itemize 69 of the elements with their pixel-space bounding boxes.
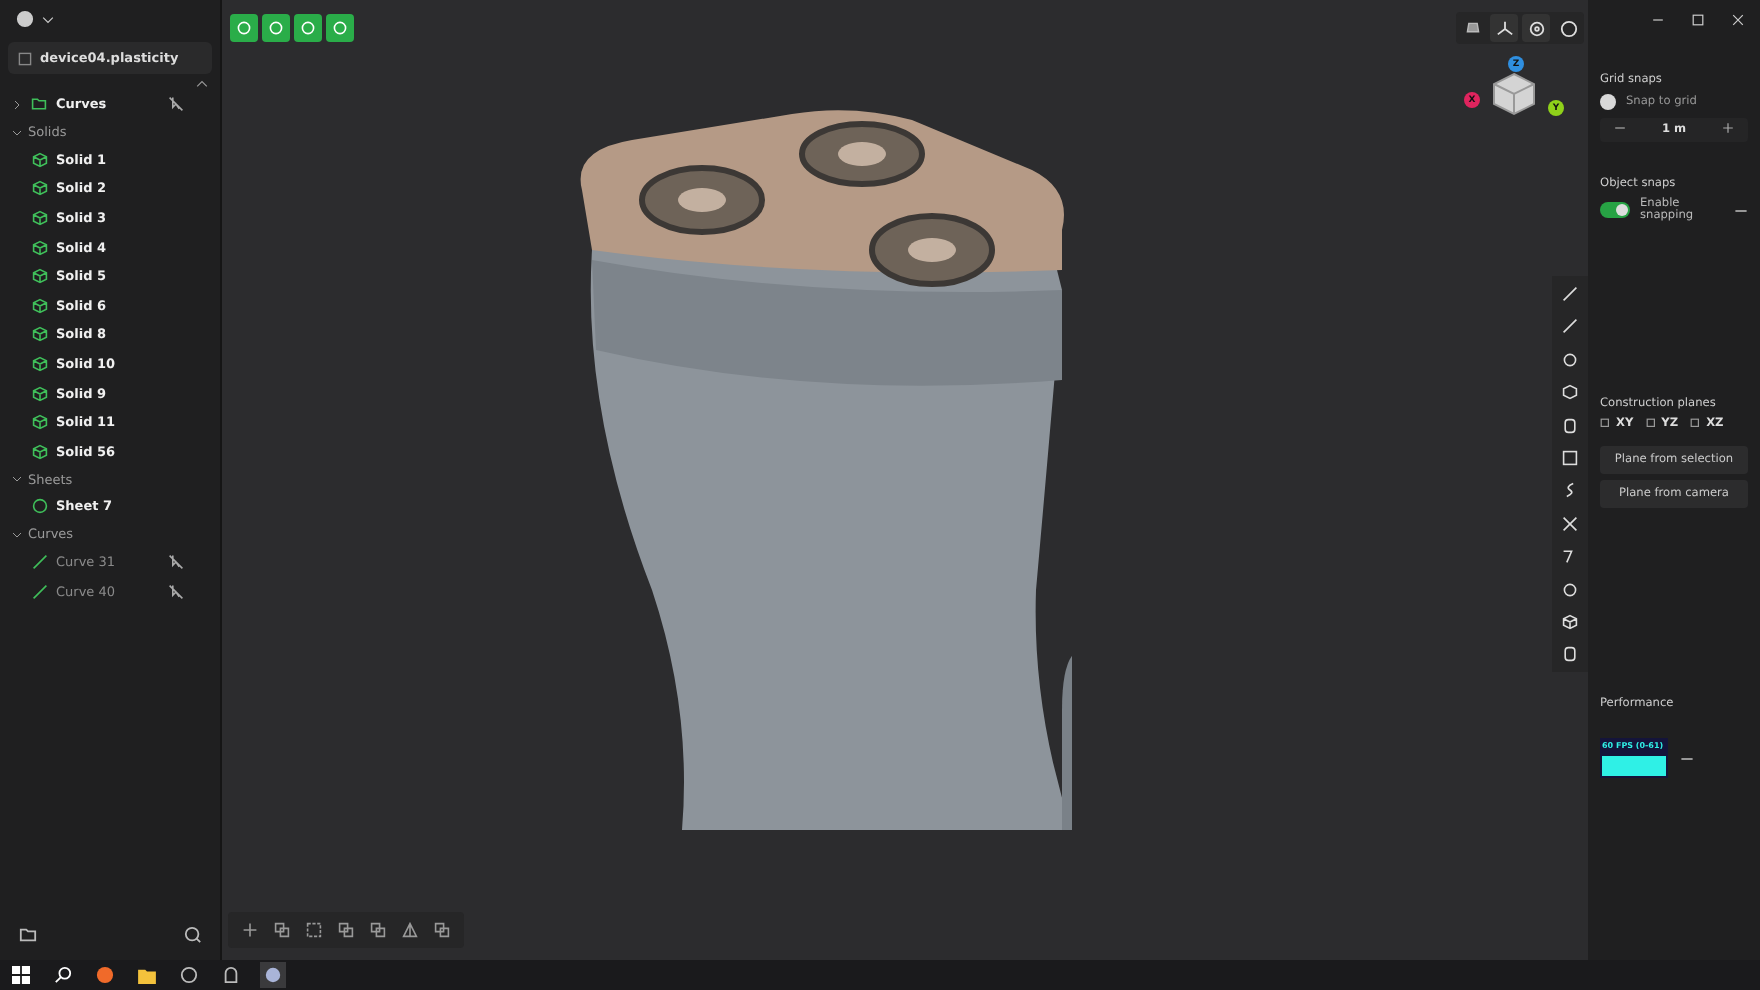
cube-icon [32, 443, 48, 460]
cut-icon [370, 922, 386, 938]
box-icon [1463, 21, 1481, 35]
chevron-down-icon [12, 127, 22, 138]
toolbar-button[interactable] [230, 14, 258, 42]
scissors-icon [1562, 515, 1578, 532]
chevron-right-icon [12, 99, 22, 110]
cube-icon [32, 356, 48, 373]
square-icon [1562, 449, 1578, 466]
axes-icon [1495, 19, 1513, 37]
cube-icon [32, 180, 48, 197]
circle-icon [1562, 351, 1578, 368]
view-button[interactable] [1490, 14, 1518, 42]
minimize-icon[interactable] [1652, 14, 1664, 26]
circle-icon [236, 20, 252, 36]
chevron-down-icon [42, 13, 54, 25]
cube-icon [1562, 613, 1578, 630]
cube-icon [32, 414, 48, 431]
view-cube-icon[interactable] [1492, 72, 1536, 116]
sphere-icon [1559, 19, 1577, 37]
cube-icon [32, 385, 48, 402]
copy-icon [434, 922, 450, 938]
magnifier-icon [54, 966, 72, 984]
line-icon [32, 554, 48, 571]
move-icon [242, 922, 258, 938]
scale-icon [306, 922, 322, 938]
chevron-down-icon [12, 529, 22, 540]
file-icon [18, 51, 32, 65]
orbit-icon [1527, 19, 1545, 37]
cylinder-icon [1562, 417, 1578, 434]
maximize-icon[interactable] [1692, 14, 1704, 26]
union-icon [338, 922, 354, 938]
toolbar-button[interactable] [262, 14, 290, 42]
close-icon[interactable] [1732, 14, 1744, 26]
app-logo-icon [16, 10, 34, 28]
cylinder-icon [1562, 646, 1578, 663]
cube-icon [32, 326, 48, 343]
folder-icon [30, 96, 48, 113]
plane-icon [1690, 418, 1703, 430]
cube-icon [32, 297, 48, 314]
sphere-icon [1562, 581, 1578, 598]
browser-icon[interactable] [92, 962, 118, 988]
curve-icon [1562, 482, 1578, 499]
minus-icon [1614, 122, 1626, 134]
line-icon [1562, 318, 1578, 335]
hexagon-icon [1562, 384, 1578, 401]
plus-icon [1722, 122, 1734, 134]
rotate-icon [274, 922, 290, 938]
zoom-icon[interactable] [184, 926, 202, 944]
circle-icon [32, 498, 48, 515]
chevron-up-icon[interactable] [196, 78, 208, 90]
line-icon [32, 583, 48, 600]
cube-icon [32, 210, 48, 227]
plane-icon [1600, 418, 1612, 430]
toolbar-button[interactable] [294, 14, 322, 42]
cube-icon [32, 151, 48, 168]
search-icon[interactable] [50, 962, 76, 988]
folder-icon[interactable] [18, 926, 38, 944]
plane-icon [1645, 418, 1658, 430]
line-icon [1562, 286, 1578, 302]
snap-radio[interactable] [1600, 94, 1616, 110]
snapping-toggle[interactable] [1600, 202, 1630, 218]
start-icon[interactable] [8, 962, 34, 988]
view-button[interactable] [1522, 14, 1550, 42]
cube-icon [32, 268, 48, 285]
mirror-icon [402, 922, 418, 938]
cube-icon [32, 239, 48, 256]
toolbar-button[interactable] [326, 14, 354, 42]
chevron-down-icon [12, 474, 22, 485]
